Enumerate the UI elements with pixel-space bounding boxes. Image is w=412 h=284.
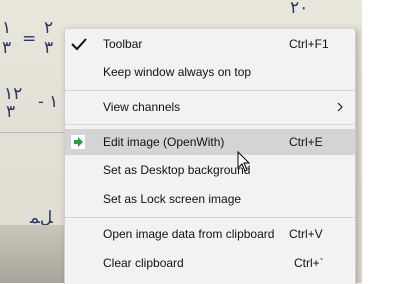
handwriting-glyph: ۳ [2,38,12,58]
mouse-cursor-icon [237,151,251,172]
handwriting-glyph: = [22,29,37,49]
handwriting-glyph: ۳ [44,38,54,58]
menu-item-label: View channels [103,100,181,114]
menu-item-label: Edit image (OpenWith) [103,135,225,149]
menu-item-shortcut: Ctrl+` [294,256,324,270]
menu-item-open-from-clipboard[interactable]: Open image data from clipboard Ctrl+V [65,221,355,247]
menu-item-toolbar[interactable]: Toolbar Ctrl+F1 [65,31,355,57]
menu-item-view-channels[interactable]: View channels [65,94,355,120]
handwriting-glyph: ۱۲ [4,84,23,104]
menu-item-label: Toolbar [103,37,143,51]
menu-item-shortcut: Ctrl+F1 [289,37,329,51]
menu-item-label: Keep window always on top [103,65,252,79]
menu-item-keep-on-top[interactable]: Keep window always on top [65,59,355,85]
background-shadow [0,225,64,283]
menu-item-shortcut: Ctrl+E [289,135,323,149]
handwriting-glyph: ۳ [6,102,16,122]
context-menu: Toolbar Ctrl+F1 Keep window always on to… [64,28,356,284]
menu-item-label: Set as Desktop background [103,163,251,177]
chevron-right-icon [337,102,343,112]
check-icon [71,38,87,51]
menu-item-set-lock-screen[interactable]: Set as Lock screen image [65,186,355,212]
menu-item-label: Open image data from clipboard [103,227,275,241]
menu-separator [65,124,355,125]
open-with-arrow-icon [71,135,85,149]
menu-item-shortcut: Ctrl+V [289,227,323,241]
menu-item-set-desktop-background[interactable]: Set as Desktop background [65,157,355,183]
handwriting-glyph: - ۱ [38,92,59,112]
menu-item-edit-image[interactable]: Edit image (OpenWith) Ctrl+E [65,129,355,155]
menu-item-clear-clipboard[interactable]: Clear clipboard Ctrl+` [65,250,355,276]
menu-item-label: Set as Lock screen image [103,192,242,206]
menu-separator [65,217,355,218]
handwriting-glyph: ۲۰ [290,0,309,18]
paper-line [0,132,70,133]
handwriting-glyph: ۲ [44,18,54,38]
menu-separator [65,90,355,91]
handwriting-glyph: ۱ [2,18,12,38]
menu-item-label: Clear clipboard [103,256,184,270]
